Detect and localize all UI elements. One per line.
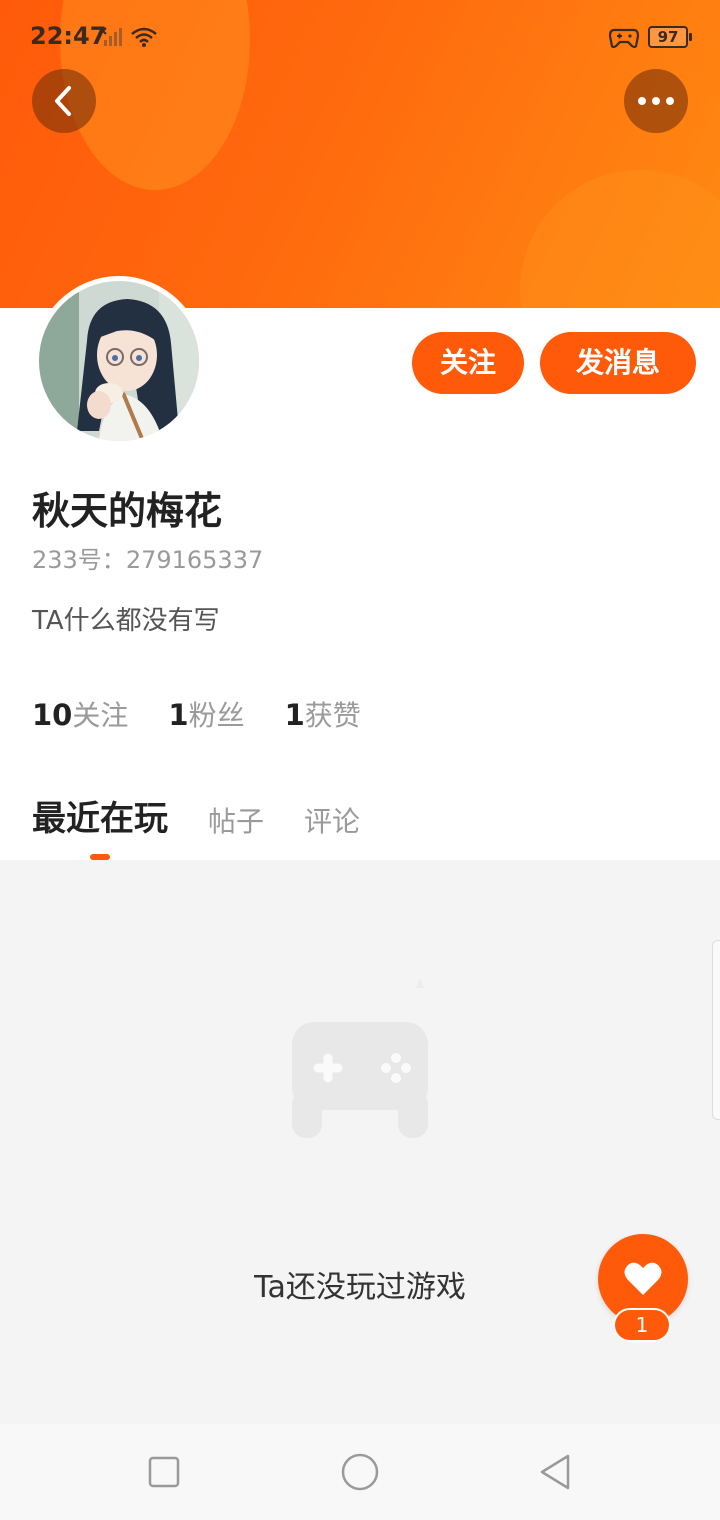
stat-label: 关注	[72, 699, 129, 732]
profile-stats: 10 关注 1 粉丝 1 获赞	[32, 694, 401, 734]
side-drawer-handle[interactable]	[712, 940, 720, 1120]
chevron-left-icon	[55, 86, 71, 116]
home-icon[interactable]	[340, 1452, 380, 1492]
status-time: 22:47	[30, 22, 107, 50]
like-count-badge: 1	[613, 1308, 671, 1342]
user-id-value: 279165337	[125, 546, 264, 574]
tab-posts[interactable]: 帖子	[208, 800, 264, 840]
back-triangle-icon[interactable]	[536, 1452, 576, 1492]
gamepad-status-icon	[608, 28, 640, 49]
avatar[interactable]	[34, 276, 204, 446]
more-dots-icon	[638, 97, 674, 105]
user-id-label: 233号：	[32, 546, 126, 574]
banner-decoration	[520, 170, 720, 308]
send-message-button[interactable]: 发消息	[540, 332, 696, 394]
battery-indicator: 97	[648, 26, 692, 48]
avatar-image	[39, 281, 199, 441]
system-navigation-bar	[0, 1424, 720, 1520]
user-id: 233号：279165337	[32, 540, 263, 575]
wifi-icon	[131, 27, 157, 47]
more-options-button[interactable]	[624, 69, 688, 133]
status-bar: 22:47 97	[0, 0, 720, 72]
tab-recently-played[interactable]: 最近在玩	[32, 791, 168, 840]
stat-value: 10	[32, 698, 73, 732]
profile-tabs: 最近在玩 帖子 评论	[32, 790, 400, 840]
stat-likes[interactable]: 1 获赞	[285, 694, 361, 734]
heart-icon	[624, 1262, 662, 1295]
username: 秋天的梅花	[32, 489, 223, 533]
signal-icon	[99, 27, 122, 46]
stat-value: 1	[168, 698, 189, 732]
stat-fans[interactable]: 1 粉丝	[168, 694, 244, 734]
stat-label: 获赞	[304, 699, 361, 732]
gamepad-icon	[292, 978, 428, 1138]
recent-apps-icon[interactable]	[144, 1452, 184, 1492]
back-button[interactable]	[32, 69, 96, 133]
stat-value: 1	[284, 698, 305, 732]
stat-following[interactable]: 10 关注	[32, 694, 128, 734]
tab-comments[interactable]: 评论	[304, 800, 360, 840]
user-bio: TA什么都没有写	[32, 606, 220, 636]
stat-label: 粉丝	[188, 699, 245, 732]
follow-button[interactable]: 关注	[412, 332, 524, 394]
